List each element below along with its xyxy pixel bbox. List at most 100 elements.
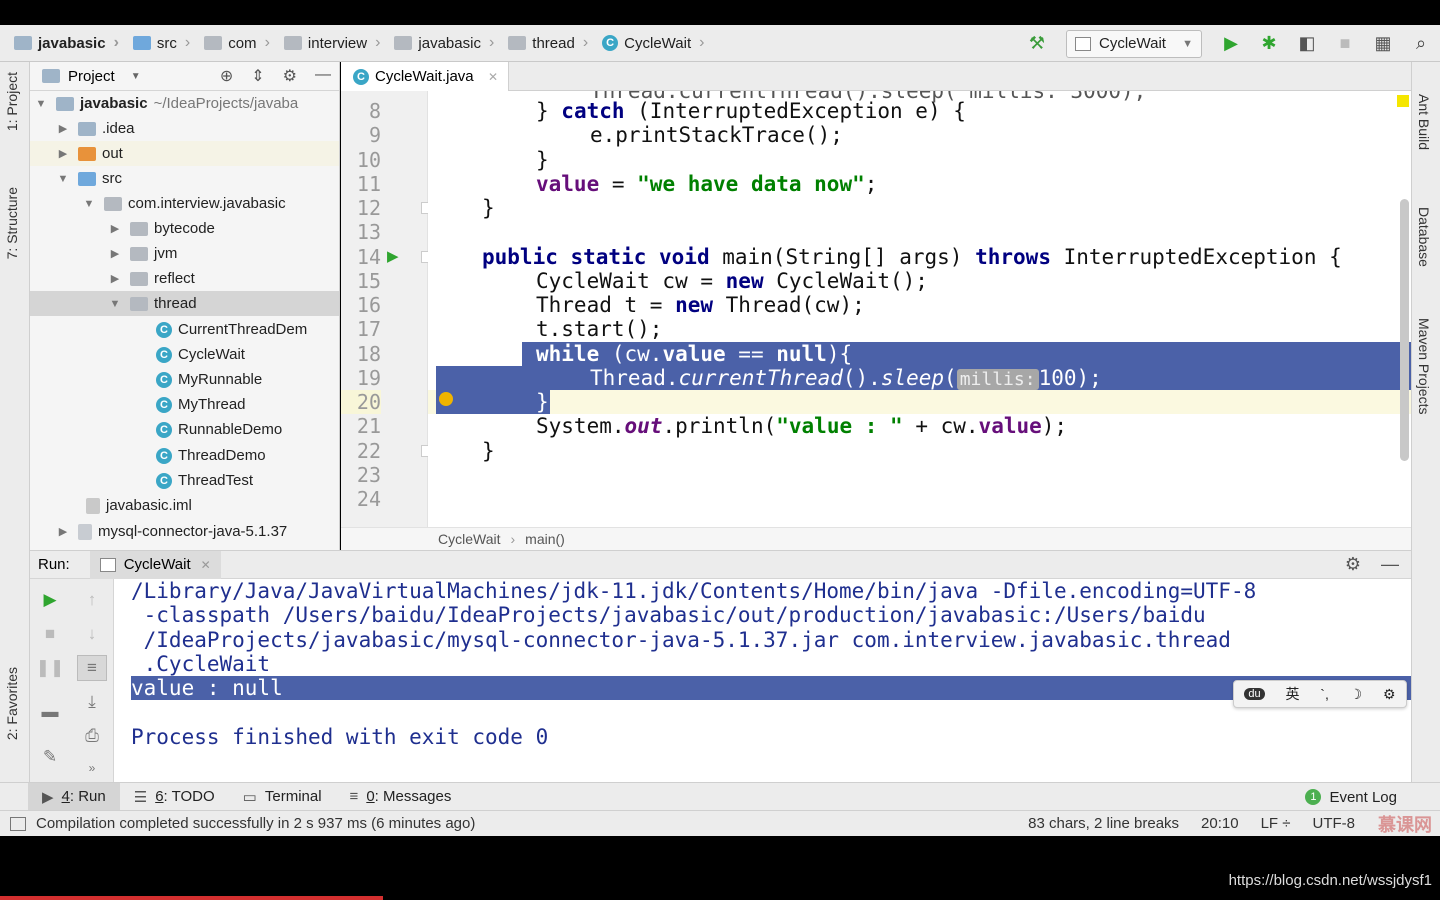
tab-maven-projects[interactable]: Maven Projects xyxy=(1416,318,1432,414)
chevron-right-icon[interactable]: ▶ xyxy=(108,247,122,260)
coverage-icon[interactable]: ◧ xyxy=(1294,31,1320,57)
console-line: /Library/Java/JavaVirtualMachines/jdk-11… xyxy=(131,579,1257,603)
tool-messages[interactable]: ≡ 0: Messages xyxy=(336,783,466,811)
search-icon[interactable]: ⌕ xyxy=(1408,31,1434,57)
soft-wrap-icon[interactable]: ≡ xyxy=(77,655,107,681)
hide-icon[interactable]: — xyxy=(1381,554,1399,575)
caret-position[interactable]: 20:10 xyxy=(1201,815,1239,832)
editor-tab-cyclewait[interactable]: C CycleWait.java ✕ xyxy=(341,62,509,91)
run-icon[interactable]: ▶ xyxy=(1218,31,1244,57)
breadcrumb-javabasic-pkg[interactable]: javabasic › xyxy=(380,25,494,62)
event-log[interactable]: 1 Event Log xyxy=(1305,783,1397,811)
dropdown-arrow-icon[interactable]: ▼ xyxy=(131,71,141,82)
run-gutter-icon[interactable]: ▶ xyxy=(387,247,399,265)
tree-item-class[interactable]: C RunnableDemo xyxy=(30,417,339,442)
tree-item-iml[interactable]: javabasic.iml xyxy=(30,493,339,518)
code-line-10: } xyxy=(536,148,549,172)
tab-favorites[interactable]: 2: Favorites xyxy=(4,667,20,740)
more-icon[interactable]: » xyxy=(77,755,107,781)
close-icon[interactable]: ✕ xyxy=(201,558,211,572)
stop-icon[interactable]: ■ xyxy=(1332,31,1358,57)
pause-icon[interactable]: ❚❚ xyxy=(35,655,65,681)
chevron-right-icon: › xyxy=(699,34,705,51)
breadcrumb-thread[interactable]: thread › xyxy=(494,25,588,62)
rerun-icon[interactable]: ▶ xyxy=(35,587,65,613)
chevron-right-icon[interactable]: ▶ xyxy=(56,525,70,538)
tree-item-jar[interactable]: ▶ mysql-connector-java-5.1.37 xyxy=(30,519,339,544)
tree-item-class[interactable]: C CurrentThreadDem xyxy=(30,317,339,342)
status-icon[interactable] xyxy=(10,816,26,831)
chevron-right-icon[interactable]: ▶ xyxy=(108,222,122,235)
breadcrumb-src[interactable]: src › xyxy=(119,25,190,62)
scrollbar-thumb[interactable] xyxy=(1400,199,1409,461)
print-icon[interactable]: ⎙ xyxy=(77,723,107,749)
debug-bug-icon[interactable]: ✱ xyxy=(1256,31,1282,57)
chevron-down-icon[interactable]: ▼ xyxy=(108,298,122,310)
tree-item-package[interactable]: ▼ com.interview.javabasic xyxy=(30,191,339,216)
ime-logo-icon[interactable]: du xyxy=(1244,688,1265,700)
line-separator[interactable]: LF ÷ xyxy=(1261,815,1291,832)
locate-target-icon[interactable]: ⊕ xyxy=(220,66,233,86)
build-hammer-icon[interactable]: ⚒ xyxy=(1024,31,1050,57)
tree-item-javabasic[interactable]: ▼ javabasic ~/IdeaProjects/javaba xyxy=(30,91,339,116)
tree-item-class[interactable]: C ThreadDemo xyxy=(30,443,339,468)
layout-icon[interactable]: ▬ xyxy=(35,699,65,725)
ime-punct[interactable]: `, xyxy=(1320,686,1329,702)
close-icon[interactable]: ✕ xyxy=(488,70,498,84)
tree-item-class[interactable]: C MyRunnable xyxy=(30,367,339,392)
breadcrumb-cyclewait[interactable]: C CycleWait › xyxy=(588,25,704,62)
breadcrumb-javabasic[interactable]: javabasic › xyxy=(0,25,119,62)
project-view-label[interactable]: Project xyxy=(68,68,115,85)
scroll-to-end-icon[interactable]: ⤓ xyxy=(77,689,107,715)
tab-project[interactable]: 1: Project xyxy=(4,72,20,131)
stop-icon[interactable]: ■ xyxy=(35,621,65,647)
tree-item-idea[interactable]: ▶ .idea xyxy=(30,116,339,141)
breadcrumb-interview[interactable]: interview › xyxy=(270,25,380,62)
tree-item-thread[interactable]: ▼ thread xyxy=(30,291,339,316)
hide-icon[interactable]: — xyxy=(315,66,331,86)
tree-item-bytecode[interactable]: ▶ bytecode xyxy=(30,216,339,241)
chevron-down-icon[interactable]: ▼ xyxy=(82,198,96,210)
tab-ant-build[interactable]: Ant Build xyxy=(1416,94,1432,150)
tree-item-class[interactable]: C MyThread xyxy=(30,392,339,417)
chevron-right-icon[interactable]: ▶ xyxy=(56,122,70,135)
tool-terminal[interactable]: ▭ Terminal xyxy=(229,783,336,811)
chevron-down-icon[interactable]: ▼ xyxy=(34,98,48,110)
run-tab-cyclewait[interactable]: CycleWait ✕ xyxy=(89,550,221,579)
pin-icon[interactable]: ✎ xyxy=(35,744,65,770)
lightbulb-icon[interactable] xyxy=(439,392,453,406)
gear-icon[interactable]: ⚙ xyxy=(1383,686,1396,703)
todo-list-icon: ☰ xyxy=(133,788,148,806)
breadcrumb-method[interactable]: main() xyxy=(525,531,565,547)
tool-todo[interactable]: ☰ 6: TODO xyxy=(120,783,229,811)
code-line-12: } xyxy=(482,196,495,220)
chevron-right-icon[interactable]: ▶ xyxy=(108,272,122,285)
gear-icon[interactable]: ⚙ xyxy=(1345,554,1361,575)
chevron-down-icon[interactable]: ▼ xyxy=(56,173,70,185)
up-arrow-icon[interactable]: ↑ xyxy=(77,587,107,613)
breadcrumb-class[interactable]: CycleWait xyxy=(438,531,501,547)
breadcrumb-com[interactable]: com › xyxy=(190,25,270,62)
tree-item-reflect[interactable]: ▶ reflect xyxy=(30,266,339,291)
gear-icon[interactable]: ⚙ xyxy=(283,66,297,86)
tree-item-out[interactable]: ▶ out xyxy=(30,141,339,166)
tool-run[interactable]: ▶ 4: Run xyxy=(28,782,120,811)
tree-item-jvm[interactable]: ▶ jvm xyxy=(30,241,339,266)
collapse-all-icon[interactable]: ⇕ xyxy=(251,66,264,86)
tree-item-class[interactable]: C ThreadTest xyxy=(30,468,339,493)
run-configuration-select[interactable]: CycleWait ▼ xyxy=(1066,29,1202,58)
project-structure-icon[interactable]: ▦ xyxy=(1370,31,1396,57)
chevron-right-icon[interactable]: ▶ xyxy=(56,147,70,160)
tree-item-src[interactable]: ▼ src xyxy=(30,166,339,191)
tree-item-class[interactable]: C CycleWait xyxy=(30,342,339,367)
file-encoding[interactable]: UTF-8 xyxy=(1313,815,1356,832)
code-editor[interactable]: Thread.currentThread().sleep( millis: 30… xyxy=(428,91,1411,527)
moon-icon[interactable]: ☽ xyxy=(1350,686,1363,703)
tab-database[interactable]: Database xyxy=(1416,207,1432,267)
console-output[interactable]: /Library/Java/JavaVirtualMachines/jdk-11… xyxy=(114,579,1411,782)
ime-language[interactable]: 英 xyxy=(1285,684,1299,704)
status-bar: Compilation completed successfully in 2 … xyxy=(0,810,1440,836)
warning-marker[interactable] xyxy=(1397,95,1409,107)
down-arrow-icon[interactable]: ↓ xyxy=(77,621,107,647)
tab-structure[interactable]: 7: Structure xyxy=(4,187,20,259)
